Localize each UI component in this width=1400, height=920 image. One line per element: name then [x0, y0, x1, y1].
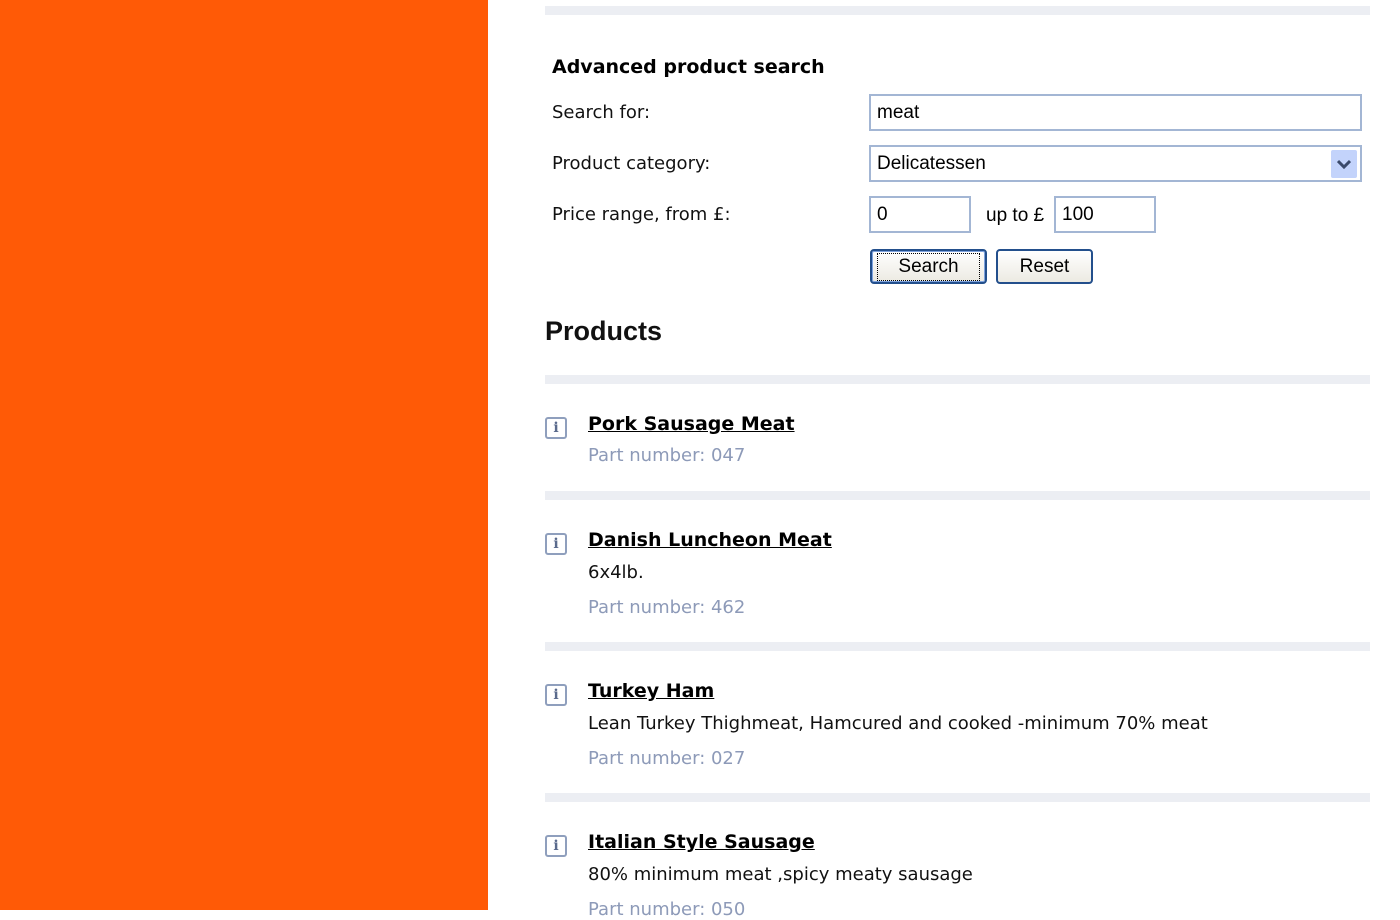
product-separator [545, 642, 1370, 651]
product-name-link[interactable]: Pork Sausage Meat [588, 413, 795, 435]
product-description: 80% minimum meat ,spicy meaty sausage [588, 864, 973, 885]
reset-button-label: Reset [1019, 255, 1070, 277]
product-category-label: Product category: [552, 153, 711, 174]
search-button-label: Search [877, 252, 980, 281]
product-category-value: Delicatessen [877, 152, 986, 174]
product-separator [545, 793, 1370, 802]
product-item: i Italian Style Sausage 80% minimum meat… [545, 793, 1370, 920]
products-heading: Products [545, 316, 663, 346]
product-name-link[interactable]: Italian Style Sausage [588, 831, 815, 853]
reset-button[interactable]: Reset [996, 249, 1093, 284]
product-item: i Turkey Ham Lean Turkey Thighmeat, Hamc… [545, 642, 1370, 769]
price-range-label: Price range, from £: [552, 204, 731, 225]
search-for-value: meat [877, 101, 920, 123]
chevron-down-icon[interactable] [1331, 150, 1357, 178]
product-part-number: Part number: 047 [588, 445, 746, 466]
search-button[interactable]: Search [870, 249, 987, 284]
product-category-select[interactable]: Delicatessen [869, 145, 1362, 182]
product-part-number: Part number: 027 [588, 748, 746, 769]
orange-sidebar [0, 0, 488, 910]
product-part-number: Part number: 462 [588, 597, 746, 618]
info-icon[interactable]: i [545, 417, 567, 439]
search-for-label: Search for: [552, 102, 651, 123]
product-description: Lean Turkey Thighmeat, Hamcured and cook… [588, 713, 1208, 734]
product-item: i Pork Sausage Meat Part number: 047 [545, 375, 1370, 466]
advanced-search-title: Advanced product search [552, 56, 825, 78]
top-separator [545, 6, 1370, 15]
product-separator [545, 375, 1370, 384]
product-separator [545, 491, 1370, 500]
product-name-link[interactable]: Turkey Ham [588, 680, 714, 702]
search-for-input[interactable]: meat [869, 94, 1362, 131]
price-to-input[interactable]: 100 [1054, 196, 1156, 233]
price-from-value: 0 [877, 203, 888, 225]
price-from-input[interactable]: 0 [869, 196, 971, 233]
product-item: i Danish Luncheon Meat 6x4lb. Part numbe… [545, 491, 1370, 618]
product-name-link[interactable]: Danish Luncheon Meat [588, 529, 832, 551]
price-to-value: 100 [1062, 203, 1094, 225]
info-icon[interactable]: i [545, 533, 567, 555]
price-to-label: up to £ [986, 205, 1045, 226]
product-description: 6x4lb. [588, 562, 644, 583]
info-icon[interactable]: i [545, 835, 567, 857]
info-icon[interactable]: i [545, 684, 567, 706]
